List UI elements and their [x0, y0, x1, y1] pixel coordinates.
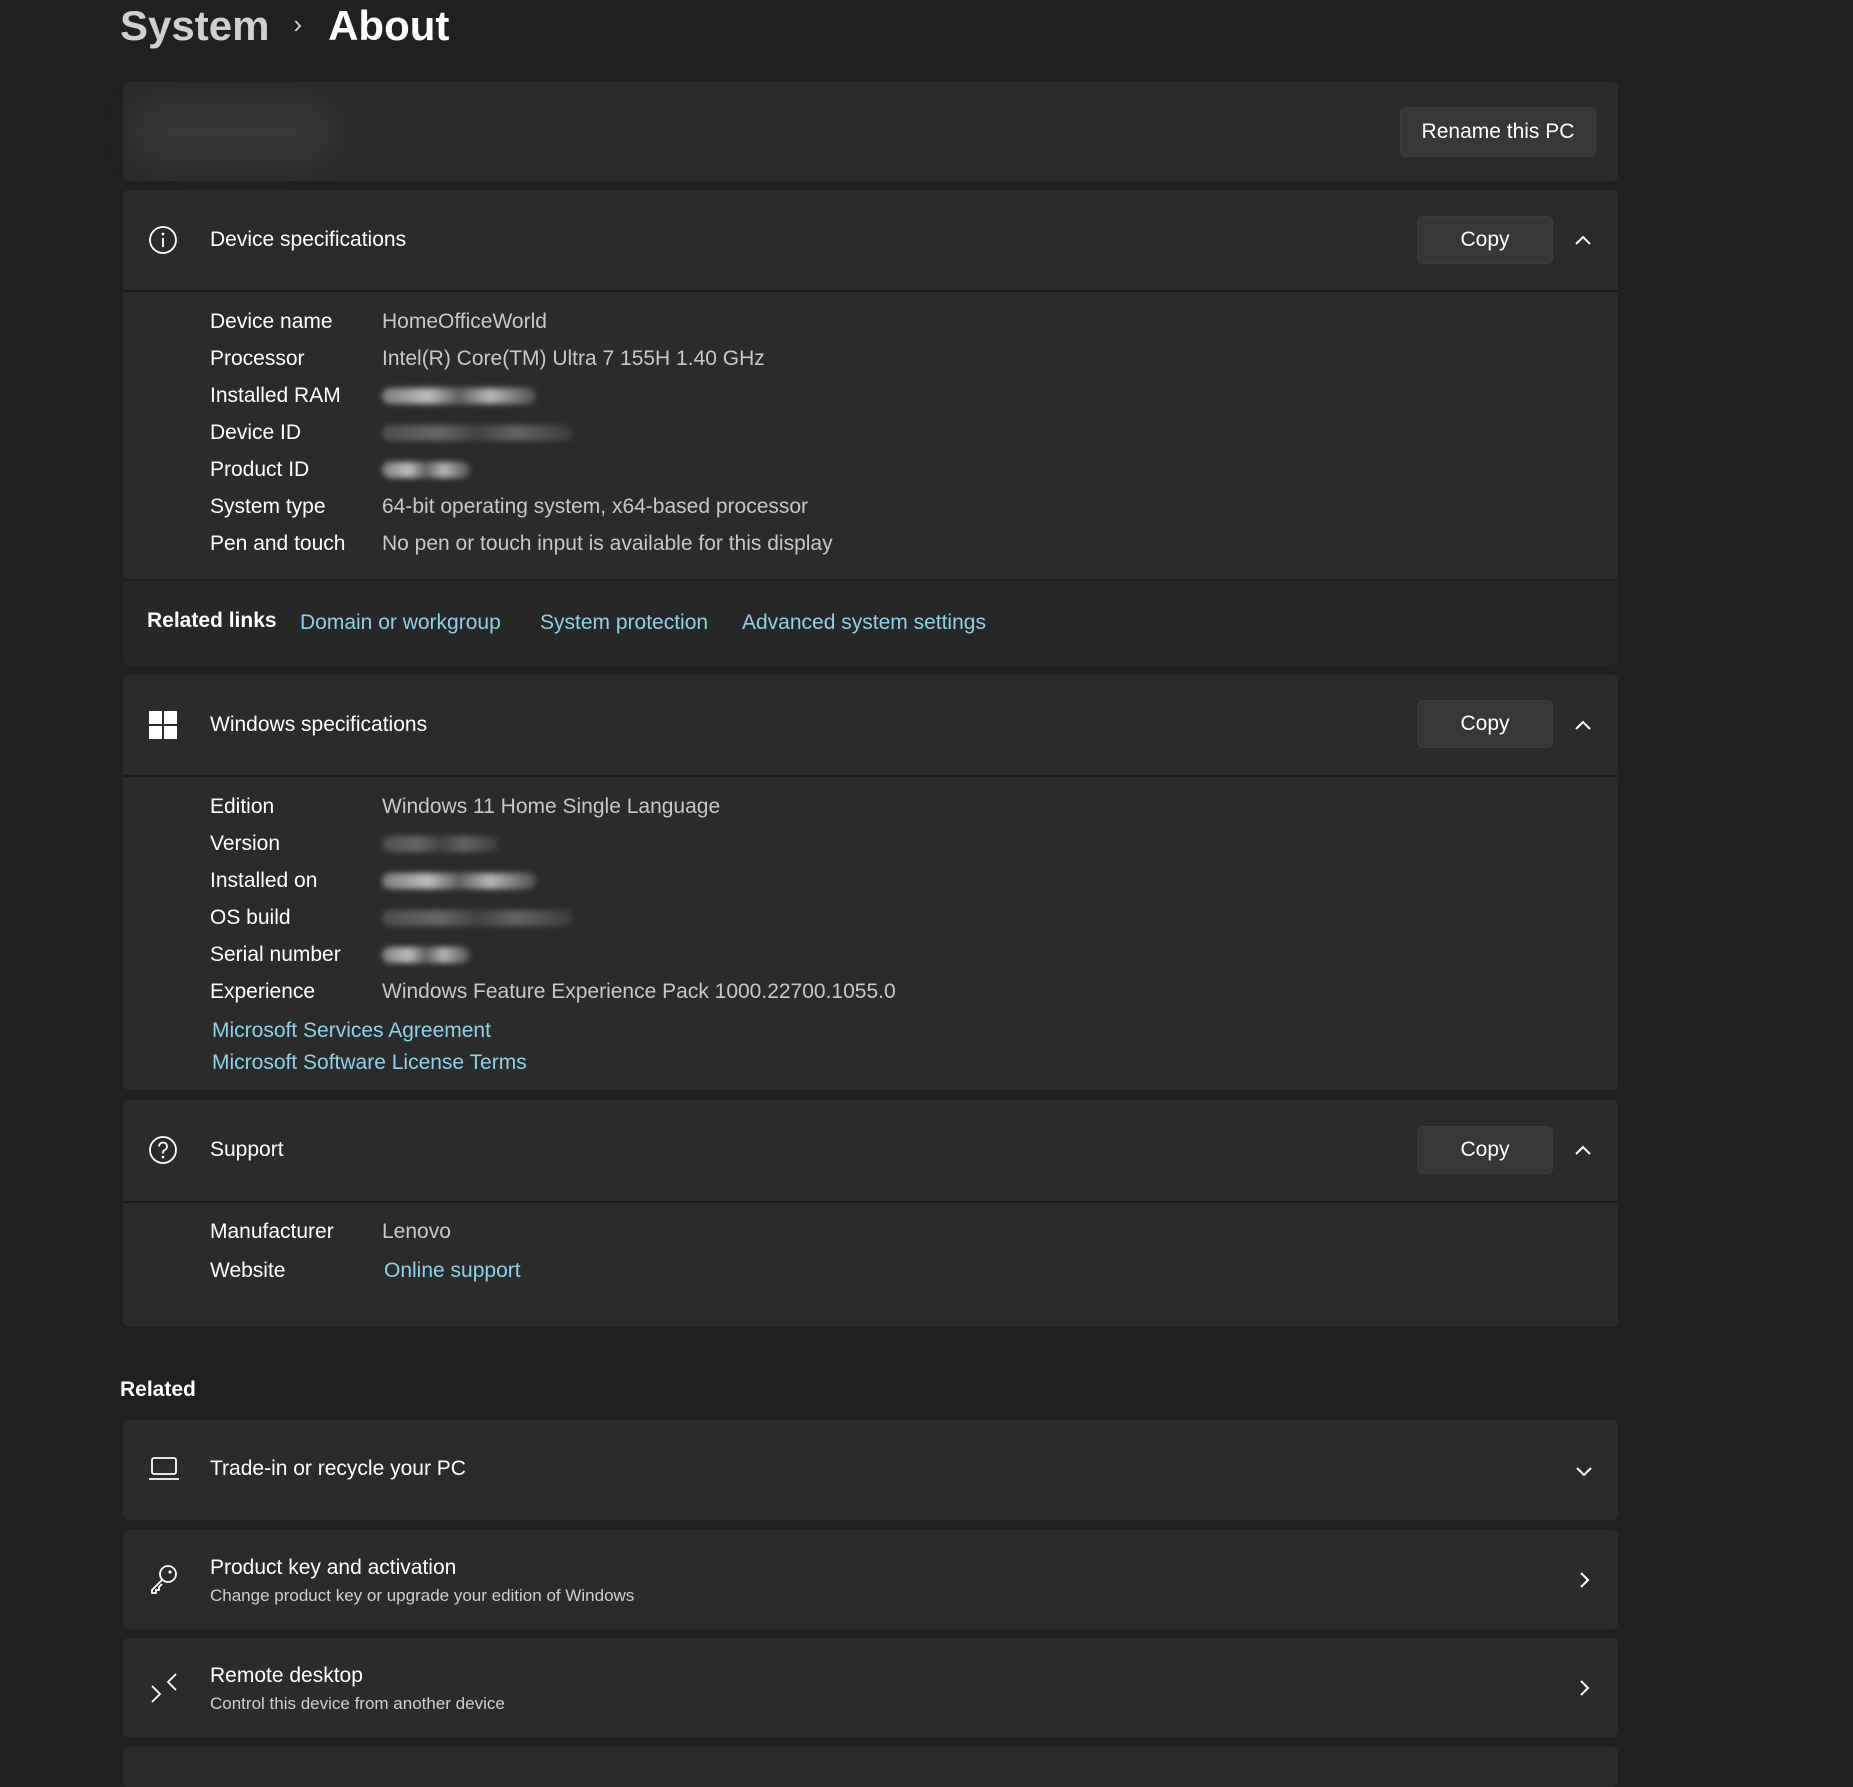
row-label: Serial number	[210, 942, 341, 966]
row-label: Experience	[210, 979, 316, 1003]
windows-spec-row: OS build	[210, 899, 573, 936]
pc-name-redacted	[133, 102, 333, 162]
device-spec-row: Device name HomeOfficeWorld	[210, 303, 547, 340]
link-microsoft-software-license-terms[interactable]: Microsoft Software License Terms	[212, 1051, 527, 1075]
row-value: No pen or touch input is available for t…	[382, 531, 833, 555]
windows-spec-row: Experience Windows Feature Experience Pac…	[210, 973, 896, 1010]
row-value-redacted	[382, 424, 573, 441]
windows-specifications-card: Windows specifications Copy Edition Windo…	[123, 675, 1618, 1090]
chevron-right-icon[interactable]	[1573, 1569, 1595, 1591]
row-label: System type	[210, 494, 326, 518]
breadcrumb-separator-icon: ›	[293, 8, 303, 39]
device-specifications-title: Device specifications	[210, 228, 407, 251]
remote-desktop-icon	[151, 1673, 177, 1703]
related-item-title: Product key and activation	[210, 1556, 457, 1579]
link-advanced-system-settings[interactable]: Advanced system settings	[742, 611, 986, 635]
related-item-product-key[interactable]: Product key and activation Change produc…	[123, 1530, 1618, 1629]
row-label: OS build	[210, 905, 291, 929]
windows-spec-row: Edition Windows 11 Home Single Language	[210, 788, 720, 825]
key-icon	[151, 1565, 177, 1594]
windows-specifications-header[interactable]: Windows specifications Copy	[123, 675, 1618, 775]
laptop-icon	[149, 1457, 179, 1480]
windows-spec-row: Serial number	[210, 936, 470, 973]
pc-name-card: Rename this PC	[123, 82, 1618, 181]
related-section-title: Related	[120, 1378, 196, 1401]
row-value-redacted	[382, 946, 470, 963]
windows-spec-row: Version	[210, 825, 499, 862]
row-value: HomeOfficeWorld	[382, 309, 547, 333]
device-spec-row: System type 64-bit operating system, x64-…	[210, 488, 808, 525]
device-spec-row: Pen and touch No pen or touch input is av…	[210, 525, 833, 562]
row-value: Windows Feature Experience Pack 1000.227…	[382, 979, 896, 1003]
rename-pc-button[interactable]: Rename this PC	[1400, 107, 1596, 157]
link-domain-or-workgroup[interactable]: Domain or workgroup	[300, 611, 501, 635]
online-support-link[interactable]: Online support	[384, 1259, 521, 1283]
row-label: Website	[210, 1258, 286, 1282]
chevron-right-icon[interactable]	[1573, 1677, 1595, 1699]
chevron-up-icon[interactable]	[1572, 1139, 1594, 1161]
related-item-title: Trade-in or recycle your PC	[210, 1457, 466, 1480]
divider	[123, 290, 1618, 292]
support-title: Support	[210, 1138, 284, 1161]
row-value: Intel(R) Core(TM) Ultra 7 155H 1.40 GHz	[382, 346, 765, 370]
related-item-trade-in[interactable]: Trade-in or recycle your PC	[123, 1420, 1618, 1520]
support-header[interactable]: Support Copy	[123, 1100, 1618, 1201]
breadcrumb: System › About	[120, 0, 449, 52]
help-icon	[149, 1136, 177, 1164]
support-row-manufacturer: Manufacturer Lenovo	[210, 1213, 451, 1250]
device-spec-row: Processor Intel(R) Core(TM) Ultra 7 155H …	[210, 340, 765, 377]
chevron-up-icon[interactable]	[1572, 714, 1594, 736]
device-specifications-card: Device specifications Copy Device name Ho…	[123, 190, 1618, 579]
chevron-down-icon[interactable]	[1573, 1460, 1595, 1482]
row-value: Lenovo	[382, 1219, 451, 1243]
copy-support-button[interactable]: Copy	[1417, 1126, 1553, 1174]
windows-spec-row: Installed on	[210, 862, 536, 899]
row-value: Windows 11 Home Single Language	[382, 794, 721, 818]
related-item-subtitle: Change product key or upgrade your editi…	[210, 1586, 635, 1605]
related-item-partial[interactable]	[123, 1747, 1618, 1787]
related-links-bar: Related links Domain or workgroup System…	[123, 581, 1618, 665]
row-label: Device name	[210, 309, 333, 333]
device-spec-row: Installed RAM	[210, 377, 536, 414]
row-value-redacted	[382, 909, 573, 926]
row-label: Product ID	[210, 457, 310, 481]
related-links-label: Related links	[147, 609, 277, 632]
divider	[123, 775, 1618, 777]
info-icon	[149, 226, 177, 254]
windows-specifications-title: Windows specifications	[210, 713, 428, 736]
row-label: Edition	[210, 794, 275, 818]
row-value-redacted	[382, 872, 536, 889]
row-label: Processor	[210, 346, 305, 370]
device-specifications-header[interactable]: Device specifications Copy	[123, 190, 1618, 291]
row-label: Installed on	[210, 868, 318, 892]
copy-device-specs-button[interactable]: Copy	[1417, 216, 1553, 264]
related-item-remote-desktop[interactable]: Remote desktop Control this device from …	[123, 1638, 1618, 1737]
support-row-website: Website Online support	[210, 1252, 521, 1289]
link-system-protection[interactable]: System protection	[540, 611, 708, 635]
row-value-redacted	[382, 387, 536, 404]
divider	[123, 1201, 1618, 1203]
row-label: Pen and touch	[210, 531, 346, 555]
related-item-title: Remote desktop	[210, 1664, 363, 1687]
row-value: 64-bit operating system, x64-based proce…	[382, 494, 809, 518]
chevron-up-icon[interactable]	[1572, 229, 1594, 251]
device-spec-row: Device ID	[210, 414, 573, 451]
device-spec-row: Product ID	[210, 451, 470, 488]
row-label: Installed RAM	[210, 383, 341, 407]
windows-logo-icon	[149, 711, 177, 739]
page-title: About	[328, 2, 450, 49]
row-label: Manufacturer	[210, 1219, 334, 1243]
row-value-redacted	[382, 835, 499, 852]
related-item-subtitle: Control this device from another device	[210, 1694, 505, 1713]
copy-windows-specs-button[interactable]: Copy	[1417, 700, 1553, 748]
row-value-redacted	[382, 461, 470, 478]
breadcrumb-system[interactable]: System	[120, 2, 269, 50]
row-label: Version	[210, 831, 281, 855]
support-card: Support Copy Manufacturer Lenovo Website…	[123, 1100, 1618, 1327]
link-microsoft-services-agreement[interactable]: Microsoft Services Agreement	[212, 1019, 491, 1043]
row-label: Device ID	[210, 420, 302, 444]
